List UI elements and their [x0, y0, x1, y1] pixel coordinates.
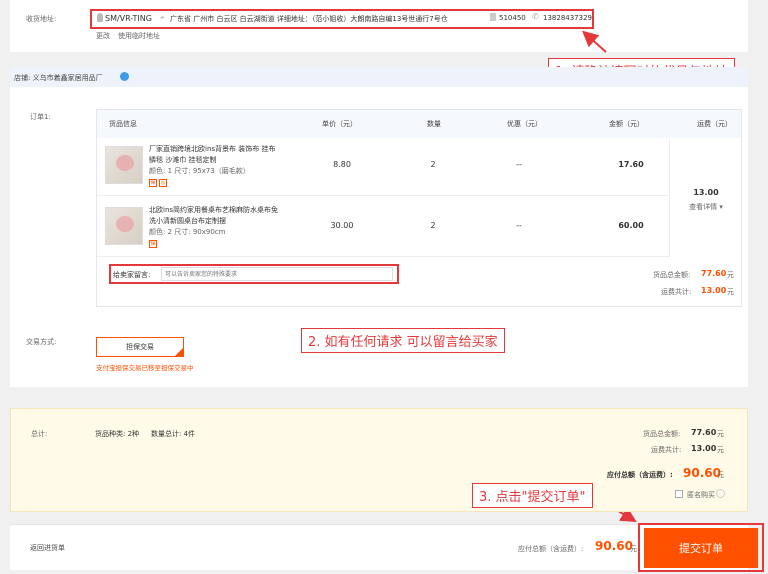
- anonymous-checkbox[interactable]: [675, 490, 683, 498]
- store-name: 店铺: 义乌市着鑫家居用品厂: [14, 74, 103, 82]
- back-to-cart-link[interactable]: 返回进货单: [30, 543, 65, 553]
- shipping-total-value: 13.00: [701, 286, 727, 295]
- order-table: 货品信息 单价（元） 数量 优惠（元） 金额（元） 运费（元） 厂家直销跨境北欧…: [96, 109, 742, 307]
- order-table-header: 货品信息 单价（元） 数量 优惠（元） 金额（元） 运费（元）: [97, 110, 741, 138]
- line-amount: 60.00: [618, 221, 644, 230]
- store-bar: 店铺: 义乌市着鑫家居用品厂: [10, 67, 748, 87]
- footer-payable-unit: 元: [630, 545, 637, 553]
- selected-corner-icon: [175, 348, 183, 356]
- goods-total-label: 货品总金额:: [653, 271, 691, 279]
- trade-method-label: 交易方式:: [26, 338, 57, 346]
- goods-kinds: 货品种类: 2种: [95, 430, 140, 438]
- shipping-detail-link[interactable]: 查看详情 ▾: [670, 202, 742, 212]
- summary-label: 总计:: [31, 430, 48, 438]
- summary-shipping-label: 运费共计:: [651, 446, 682, 454]
- summary-goods-value: 77.60: [691, 428, 717, 437]
- wangwang-chat-icon[interactable]: [120, 72, 129, 81]
- header-discount: 优惠（元）: [507, 120, 542, 128]
- header-shipping: 运费（元）: [697, 120, 732, 128]
- help-icon[interactable]: [716, 489, 725, 498]
- trade-note: 支付宝担保交易已移至担保交易中: [96, 364, 194, 372]
- footer-payable-value: 90.60: [595, 539, 633, 553]
- goods-count: 数量总计: 4件: [151, 430, 196, 438]
- header-product: 货品信息: [109, 120, 137, 128]
- annotation-callout-2: 2. 如有任何请求 可以留言给买家: [301, 328, 505, 353]
- header-amount: 金额（元）: [609, 120, 644, 128]
- table-row: 厂家直销跨境北欧ins背景布 装饰布 挂布 鳞毯 沙滩巾 挂毯定制 颜色: 1 …: [97, 138, 669, 196]
- seller-message-input[interactable]: [161, 267, 393, 281]
- summary-goods-label: 货品总金额:: [643, 430, 681, 438]
- shipping-fee: 13.00: [693, 188, 719, 197]
- guarantee-trade-label: 担保交易: [126, 343, 154, 351]
- summary-shipping-unit: 元: [717, 446, 724, 454]
- goods-total-value: 77.60: [701, 269, 727, 278]
- goods-total-unit: 元: [727, 271, 734, 279]
- shipping-total-unit: 元: [727, 288, 734, 296]
- summary-shipping-value: 13.00: [691, 444, 717, 453]
- product-title[interactable]: 北欧ins简约家用餐桌布艺棉麻防水桌布免: [149, 205, 278, 215]
- anonymous-label: 匿名购买: [687, 491, 715, 499]
- header-price: 单价（元）: [322, 120, 357, 128]
- shipping-total-label: 运费共计:: [661, 288, 692, 296]
- discount: --: [516, 221, 522, 230]
- product-thumbnail[interactable]: [105, 207, 143, 245]
- line-amount: 17.60: [618, 160, 644, 169]
- summary-payable-label: 应付总额（含运费）:: [607, 471, 673, 479]
- quantity: 2: [430, 160, 436, 169]
- product-spec: 颜色: 2 尺寸: 90x90cm: [149, 228, 226, 236]
- product-title-line2[interactable]: 洗小清新圆桌台布定制摆: [149, 216, 226, 226]
- summary-payable-value: 90.60: [683, 466, 721, 480]
- guarantee-badges: 保 ◎: [149, 179, 167, 187]
- product-title[interactable]: 厂家直销跨境北欧ins背景布 装饰布 挂布: [149, 144, 275, 154]
- footer-payable-label: 应付总额（含运费）:: [518, 545, 584, 553]
- shipping-column: 13.00 查看详情 ▾: [669, 138, 741, 257]
- product-thumbnail[interactable]: [105, 146, 143, 184]
- unit-price: 8.80: [333, 160, 351, 169]
- guarantee-trade-option[interactable]: 担保交易: [96, 337, 184, 357]
- annotation-callout-3: 3. 点击"提交订单": [472, 483, 593, 508]
- summary-payable-unit: 元: [717, 471, 724, 479]
- product-title-line2[interactable]: 鳞毯 沙滩巾 挂毯定制: [149, 155, 216, 165]
- header-qty: 数量: [427, 120, 441, 128]
- quantity: 2: [430, 221, 436, 230]
- order-label: 订单1:: [30, 113, 51, 121]
- discount: --: [516, 160, 522, 169]
- submit-order-button[interactable]: 提交订单: [644, 528, 758, 568]
- summary-goods-unit: 元: [717, 430, 724, 438]
- table-row: 北欧ins简约家用餐桌布艺棉麻防水桌布免 洗小清新圆桌台布定制摆 颜色: 2 尺…: [97, 197, 669, 257]
- summary-panel: 总计: 货品种类: 2种 数量总计: 4件 货品总金额: 77.60 元 运费共…: [10, 408, 748, 512]
- guarantee-badges: 保: [149, 240, 157, 248]
- unit-price: 30.00: [330, 221, 354, 230]
- product-spec: 颜色: 1 尺寸: 95x73（磨毛款）: [149, 167, 250, 175]
- message-label: 给卖家留言:: [113, 271, 151, 279]
